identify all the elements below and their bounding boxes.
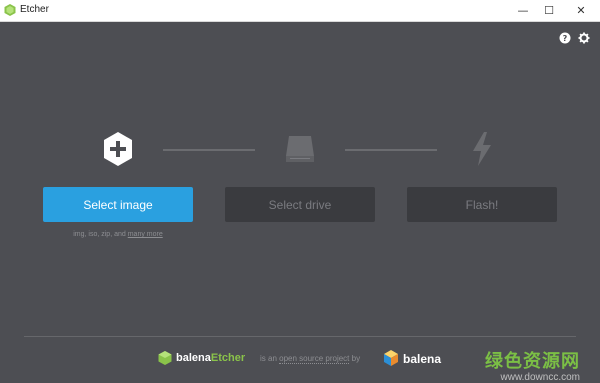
- company-link[interactable]: balena: [403, 352, 441, 366]
- tagline-prefix: is an: [260, 354, 280, 363]
- help-icon[interactable]: ?: [559, 32, 571, 44]
- gear-icon[interactable]: [578, 32, 590, 44]
- brand-product: Etcher: [210, 352, 246, 364]
- step-connector: [345, 149, 437, 151]
- select-image-button[interactable]: Select image: [43, 187, 193, 222]
- svg-text:?: ?: [563, 34, 568, 43]
- supported-formats-text: img, iso, zip, and: [73, 231, 128, 238]
- close-button[interactable]: ✕: [566, 0, 596, 21]
- window-title: Etcher: [20, 4, 49, 15]
- brand-prefix: balena: [176, 352, 211, 364]
- main-content: ? Select image Select drive Flash! img, …: [0, 22, 600, 383]
- plus-hexagon-icon: [104, 132, 132, 166]
- open-source-link[interactable]: open source project: [279, 354, 350, 364]
- supported-formats-hint: img, iso, zip, and many more: [43, 231, 193, 238]
- many-more-link[interactable]: many more: [128, 231, 163, 238]
- etcher-app-icon: [4, 4, 16, 16]
- tagline: is an open source project by: [260, 354, 361, 364]
- drive-icon: [286, 136, 314, 162]
- title-bar: Etcher — ☐ ✕: [0, 0, 600, 22]
- tagline-suffix: by: [349, 354, 361, 363]
- lightning-icon: [473, 132, 491, 166]
- step-connector: [163, 149, 255, 151]
- watermark-url: www.downcc.com: [500, 372, 580, 383]
- etcher-logo-icon: [158, 351, 172, 365]
- watermark-logo-text: 绿色资源网: [485, 351, 580, 372]
- select-drive-button[interactable]: Select drive: [225, 187, 375, 222]
- footer-divider: [24, 336, 576, 337]
- maximize-button[interactable]: ☐: [534, 0, 564, 21]
- flash-button[interactable]: Flash!: [407, 187, 557, 222]
- brand-name[interactable]: balenaEtcher: [176, 352, 245, 364]
- balena-cube-icon: [384, 350, 398, 366]
